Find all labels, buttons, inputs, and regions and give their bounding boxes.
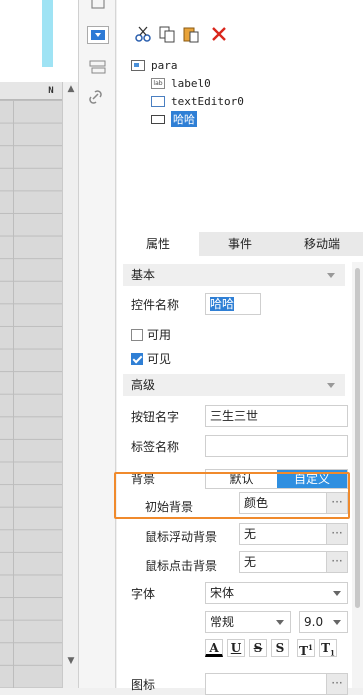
column-header-n[interactable]: N (40, 82, 62, 100)
widget-toolbox (78, 0, 116, 688)
checkbox-unchecked[interactable] (131, 328, 143, 341)
canvas-selection-bar (42, 0, 53, 67)
font-size-value: 9.0 (304, 615, 324, 629)
visible-label: 可见 (147, 352, 172, 366)
more-options-button[interactable]: ··· (326, 552, 347, 572)
spreadsheet-grid[interactable]: N ▲ ▼ (0, 82, 78, 688)
usable-label: 可用 (147, 328, 172, 342)
control-name-label: 控件名称 (131, 298, 180, 312)
collapse-icon[interactable] (327, 273, 335, 278)
subscript-label: T (321, 641, 331, 655)
cut-icon[interactable] (133, 24, 153, 44)
button-name-label: 按钮名字 (131, 410, 180, 424)
underline-button[interactable]: U (227, 639, 245, 657)
superscript-label: T (299, 644, 309, 658)
click-bg-select[interactable]: 无 ··· (239, 551, 348, 573)
section-basic[interactable]: 基本 (123, 264, 345, 286)
delete-icon[interactable] (209, 24, 229, 44)
font-size-select[interactable]: 9.0 (299, 611, 348, 633)
tag-name-label: 标签名称 (131, 440, 180, 454)
frame-tool-icon[interactable] (87, 0, 109, 12)
tree-node-para[interactable]: para (131, 56, 178, 74)
chevron-down-icon[interactable] (276, 620, 284, 625)
subscript-button[interactable]: T1 (319, 639, 337, 657)
more-options-button[interactable]: ··· (326, 674, 347, 694)
highlight-annotation-box (114, 472, 350, 519)
form-icon (131, 59, 145, 71)
tab-properties[interactable]: 属性 (117, 232, 199, 256)
text-editor-icon (151, 95, 165, 107)
chevron-down-icon[interactable] (333, 591, 341, 596)
paste-icon[interactable] (181, 24, 201, 44)
section-title: 高级 (131, 378, 156, 392)
tree-node-label0[interactable]: lab label0 (151, 74, 211, 92)
section-title: 基本 (131, 268, 156, 282)
tree-node-label: 哈哈 (171, 111, 197, 127)
tree-node-button-selected[interactable]: 哈哈 (151, 110, 197, 128)
label-widget-icon: lab (151, 77, 165, 89)
button-widget-icon (151, 114, 165, 124)
control-name-value: 哈哈 (210, 297, 235, 311)
tab-mobile[interactable]: 移动端 (281, 232, 363, 256)
visible-checkbox[interactable]: 可见 (131, 350, 171, 367)
tree-node-label: label0 (171, 76, 211, 90)
button-name-input[interactable]: 三生三世 (205, 405, 348, 427)
control-name-input[interactable]: 哈哈 (205, 293, 261, 315)
collapse-icon[interactable] (327, 383, 335, 388)
tree-toolbar (117, 24, 363, 46)
superscript-button[interactable]: T1 (297, 639, 315, 658)
shadow-button[interactable]: S (271, 639, 289, 657)
hover-bg-select[interactable]: 无 ··· (239, 523, 348, 545)
property-tabs: 属性 事件 移动端 (117, 232, 363, 256)
property-scrollbar[interactable] (352, 262, 363, 688)
scrollbar-thumb[interactable] (355, 268, 360, 608)
tree-node-texteditor0[interactable]: textEditor0 (151, 92, 244, 110)
tree-node-label: textEditor0 (171, 94, 244, 108)
icon-label: 图标 (131, 678, 156, 692)
icon-select[interactable]: ··· (205, 673, 348, 695)
list-tool-icon[interactable] (87, 58, 109, 76)
scroll-down-icon[interactable]: ▼ (63, 656, 78, 668)
format-buttons: A U S S T1 T1 (205, 639, 348, 659)
tab-events[interactable]: 事件 (199, 232, 281, 256)
font-label: 字体 (131, 587, 156, 601)
grid-vertical-scrollbar[interactable]: ▲ ▼ (62, 82, 78, 688)
usable-checkbox[interactable]: 可用 (131, 326, 171, 343)
font-family-value: 宋体 (210, 586, 235, 600)
link-tool-icon[interactable] (87, 88, 109, 106)
grid-cells[interactable] (0, 100, 62, 688)
copy-icon[interactable] (157, 24, 177, 44)
font-style-select[interactable]: 常规 (205, 611, 291, 633)
canvas-area (0, 0, 78, 82)
font-family-select[interactable]: 宋体 (205, 582, 348, 604)
tree-node-label: para (151, 58, 178, 72)
hover-bg-label: 鼠标浮动背景 (145, 530, 218, 544)
checkbox-checked[interactable] (131, 352, 143, 365)
more-options-button[interactable]: ··· (326, 524, 347, 544)
chevron-down-icon[interactable] (333, 620, 341, 625)
strikethrough-button[interactable]: S (249, 639, 267, 657)
click-bg-label: 鼠标点击背景 (145, 559, 218, 573)
click-bg-value: 无 (244, 555, 257, 569)
font-style-value: 常规 (210, 615, 235, 629)
dropdown-tool-icon[interactable] (87, 26, 109, 44)
scroll-up-icon[interactable]: ▲ (63, 84, 78, 96)
hover-bg-value: 无 (244, 527, 257, 541)
tag-name-input[interactable] (205, 435, 348, 457)
section-advanced[interactable]: 高级 (123, 374, 345, 396)
font-color-button[interactable]: A (205, 639, 223, 657)
designer-panel: para lab label0 textEditor0 哈哈 属性 事件 移动端… (117, 0, 363, 695)
